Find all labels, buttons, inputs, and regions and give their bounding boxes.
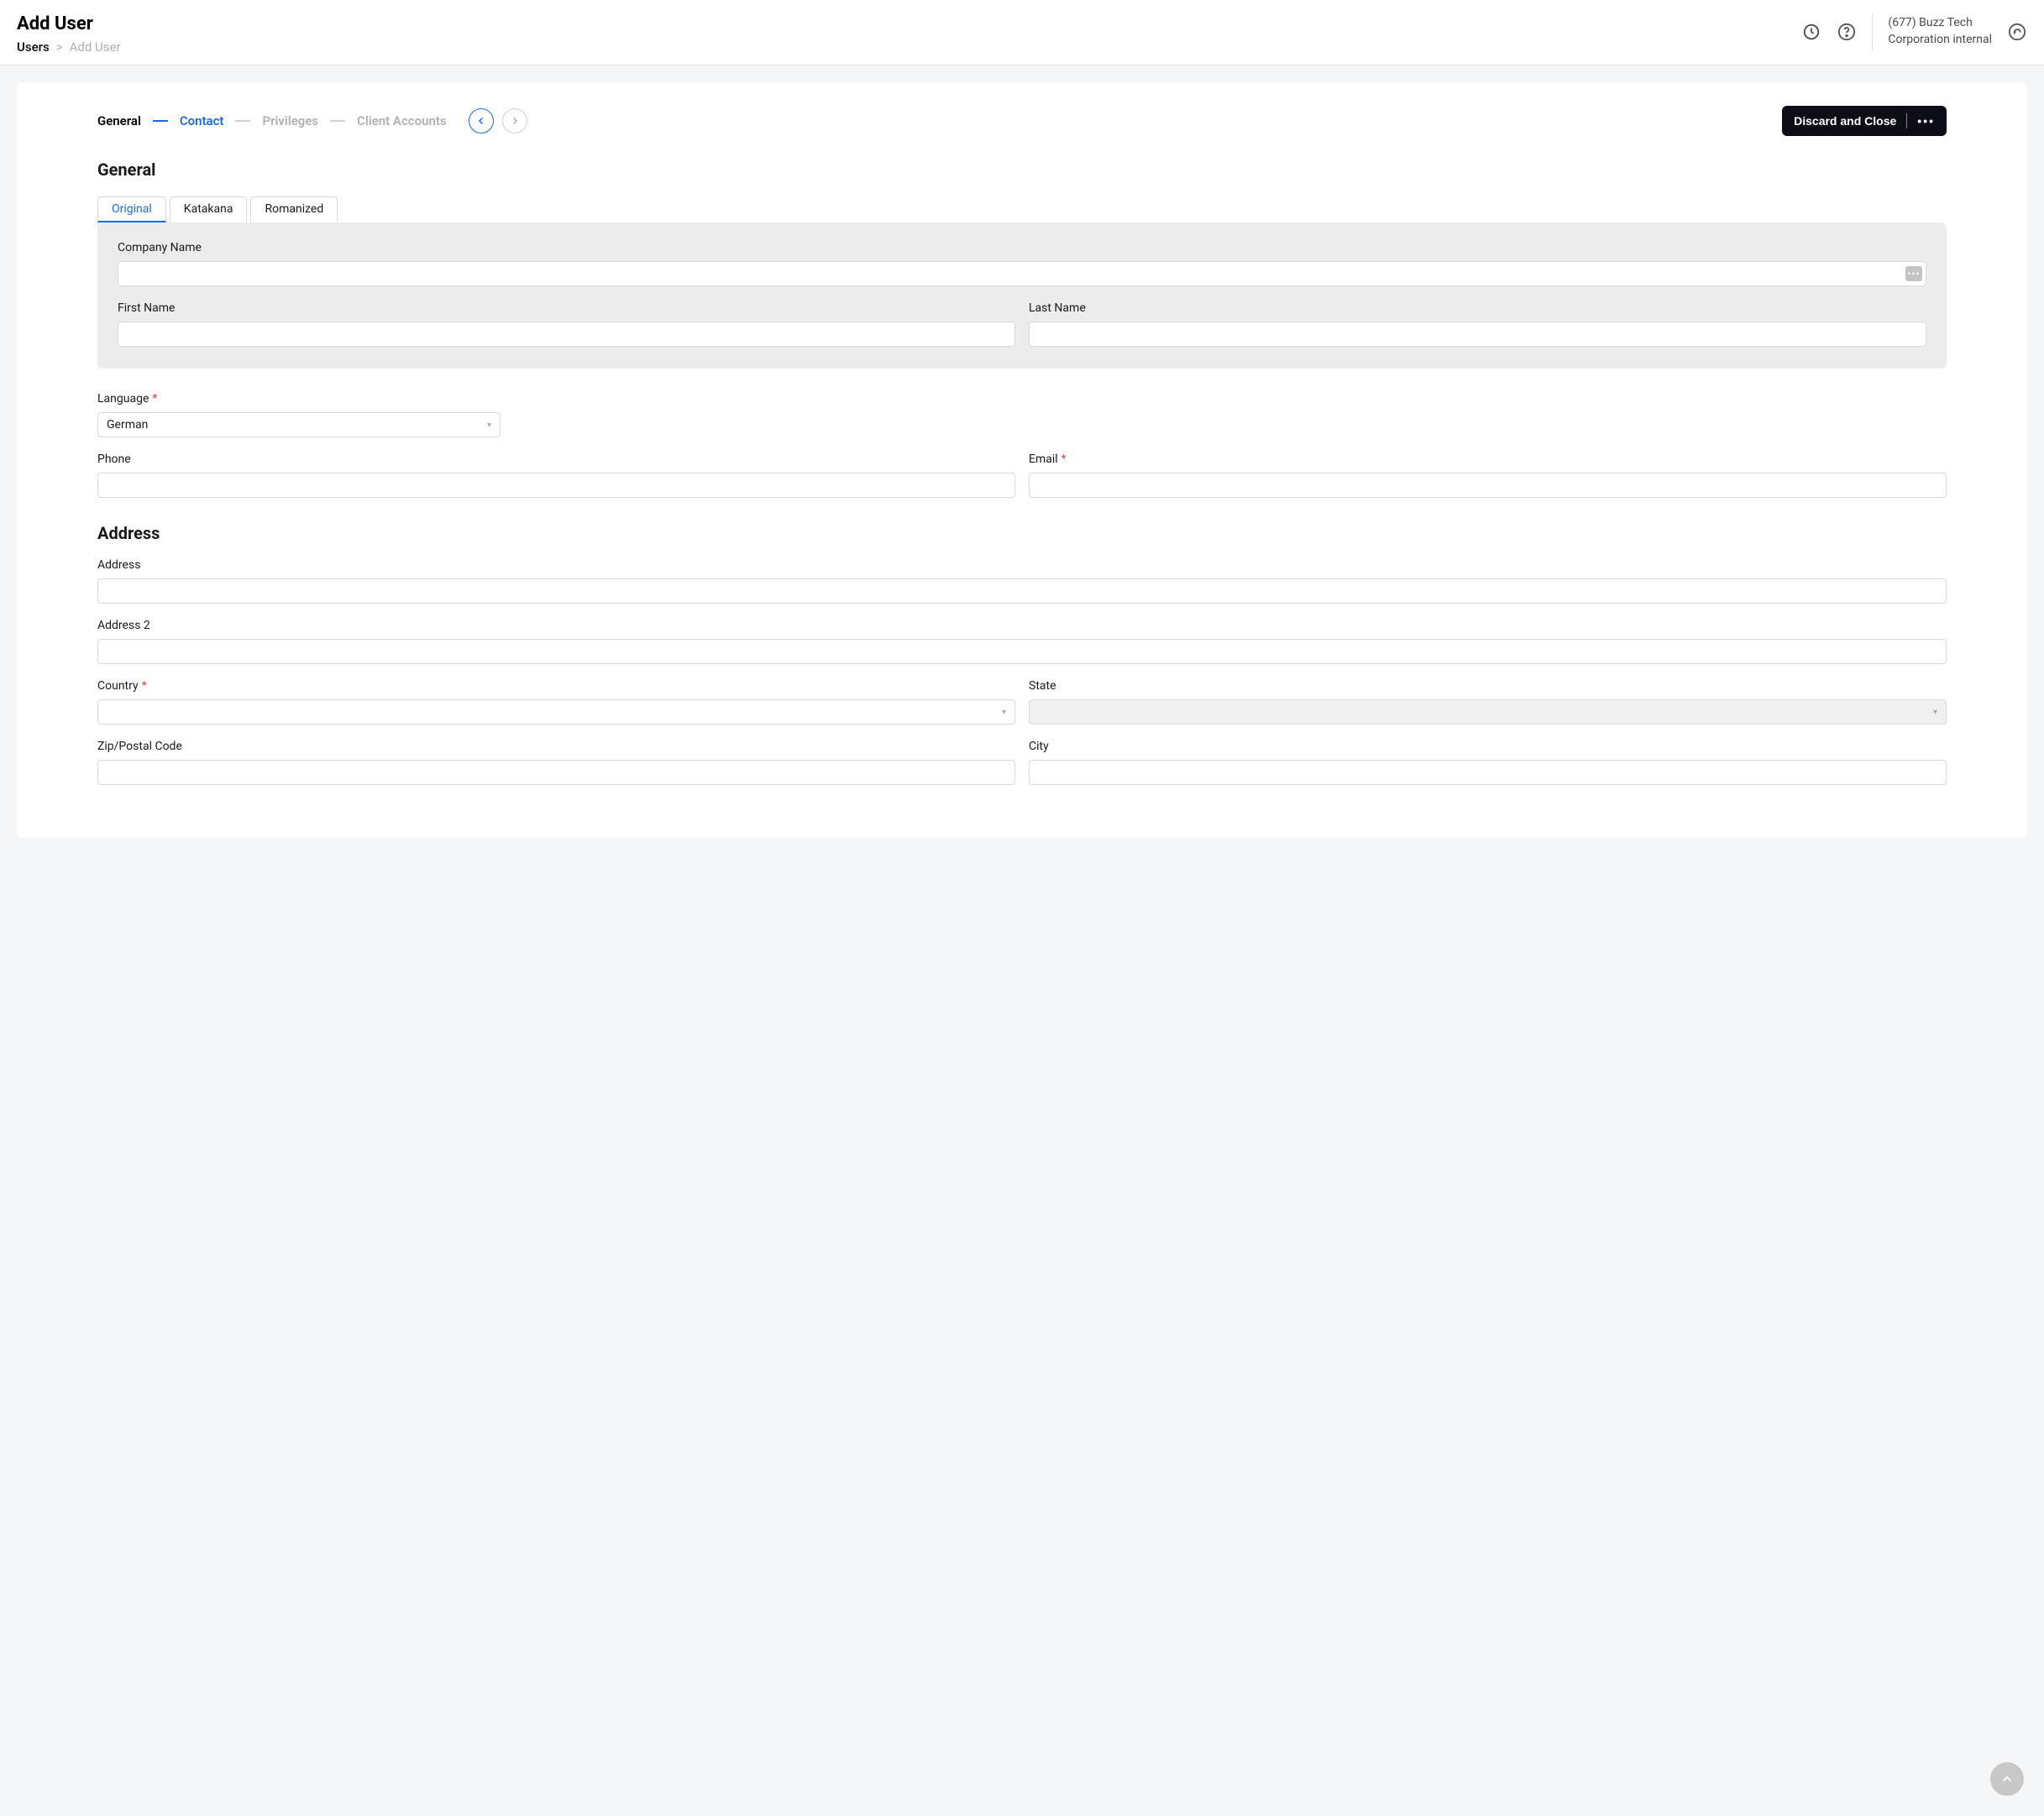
language-value: German	[107, 418, 148, 432]
step-contact[interactable]: Contact	[180, 113, 224, 128]
country-state-row: Country* ▾ State ▾	[97, 679, 1947, 725]
wizard-nav	[469, 108, 527, 133]
label-last-name: Last Name	[1029, 301, 1926, 315]
label-email-text: Email	[1029, 453, 1058, 466]
discard-close-button[interactable]: Discard and Close •••	[1782, 106, 1947, 136]
account-line1: (677) Buzz Tech	[1888, 15, 1992, 32]
name-panel: Company Name ••• First Name Last Name	[97, 222, 1947, 369]
ellipsis-icon[interactable]: •••	[1905, 266, 1922, 281]
field-zip: Zip/Postal Code	[97, 740, 1015, 785]
account-line2: Corporation internal	[1888, 32, 1992, 49]
tab-romanized[interactable]: Romanized	[250, 196, 338, 222]
label-address: Address	[97, 558, 1947, 572]
tab-original[interactable]: Original	[97, 196, 166, 222]
state-select[interactable]: ▾	[1029, 699, 1947, 725]
back-icon[interactable]	[2007, 22, 2027, 42]
account-name[interactable]: (677) Buzz Tech Corporation internal	[1888, 15, 1992, 48]
field-address: Address	[97, 558, 1947, 604]
zip-city-row: Zip/Postal Code City	[97, 740, 1947, 785]
field-address2: Address 2	[97, 619, 1947, 664]
label-country: Country*	[97, 679, 1015, 693]
chevron-down-icon: ▾	[487, 421, 491, 430]
step-sep	[153, 120, 168, 122]
required-mark: *	[1061, 453, 1067, 466]
label-company-name: Company Name	[118, 241, 1926, 254]
breadcrumb-root[interactable]: Users	[17, 39, 50, 55]
step-sep	[235, 120, 250, 122]
field-phone: Phone	[97, 453, 1015, 498]
first-name-input[interactable]	[118, 322, 1015, 347]
field-company-name: Company Name •••	[118, 241, 1926, 286]
section-address-title: Address	[97, 523, 1947, 543]
name-row: First Name Last Name	[118, 301, 1926, 347]
history-icon[interactable]	[1801, 22, 1821, 42]
breadcrumb: Users > Add User	[17, 39, 1801, 55]
breadcrumb-sep: >	[56, 39, 63, 55]
label-first-name: First Name	[118, 301, 1015, 315]
step-privileges[interactable]: Privileges	[262, 113, 318, 128]
label-state: State	[1029, 679, 1947, 693]
button-divider	[1906, 113, 1907, 128]
label-language-text: Language	[97, 392, 149, 406]
required-mark: *	[142, 679, 147, 693]
form-card: General Contact Privileges Client Accoun…	[17, 82, 2027, 838]
step-sep	[330, 120, 345, 122]
more-icon[interactable]: •••	[1917, 114, 1935, 128]
phone-email-row: Phone Email*	[97, 453, 1947, 498]
wizard-next-button[interactable]	[502, 108, 527, 133]
label-city: City	[1029, 740, 1947, 753]
label-language: Language*	[97, 392, 501, 406]
label-address2: Address 2	[97, 619, 1947, 632]
wizard-bar: General Contact Privileges Client Accoun…	[97, 106, 1947, 136]
content-wrap: General Contact Privileges Client Accoun…	[0, 65, 2044, 855]
address-input[interactable]	[97, 578, 1947, 604]
zip-input[interactable]	[97, 760, 1015, 785]
header-right: (677) Buzz Tech Corporation internal	[1801, 13, 2027, 50]
name-format-tabs: Original Katakana Romanized	[97, 196, 1947, 222]
field-state: State ▾	[1029, 679, 1947, 725]
label-zip: Zip/Postal Code	[97, 740, 1015, 753]
language-row: Language* German ▾	[97, 392, 1947, 437]
wizard-prev-button[interactable]	[469, 108, 494, 133]
chevron-down-icon: ▾	[1002, 708, 1006, 717]
label-country-text: Country	[97, 679, 139, 693]
step-client-accounts[interactable]: Client Accounts	[357, 113, 446, 128]
city-input[interactable]	[1029, 760, 1947, 785]
label-phone: Phone	[97, 453, 1015, 466]
field-country: Country* ▾	[97, 679, 1015, 725]
language-select[interactable]: German ▾	[97, 412, 501, 437]
address2-input[interactable]	[97, 639, 1947, 664]
email-input[interactable]	[1029, 473, 1947, 498]
field-email: Email*	[1029, 453, 1947, 498]
label-email: Email*	[1029, 453, 1947, 466]
section-general-title: General	[97, 160, 1947, 180]
tab-katakana[interactable]: Katakana	[170, 196, 248, 222]
page-title: Add User	[17, 13, 1801, 34]
field-last-name: Last Name	[1029, 301, 1926, 347]
header-left: Add User Users > Add User	[17, 13, 1801, 55]
company-name-input[interactable]	[118, 261, 1926, 286]
scroll-top-button[interactable]	[1990, 1762, 2024, 1796]
header-divider	[1872, 13, 1873, 50]
company-input-wrap: •••	[118, 261, 1926, 286]
page-header: Add User Users > Add User (677) Buzz Tec…	[0, 0, 2044, 65]
discard-label: Discard and Close	[1794, 114, 1896, 128]
breadcrumb-current: Add User	[70, 39, 121, 55]
chevron-down-icon: ▾	[1933, 708, 1937, 717]
last-name-input[interactable]	[1029, 322, 1926, 347]
country-select[interactable]: ▾	[97, 699, 1015, 725]
help-icon[interactable]	[1837, 22, 1857, 42]
step-general[interactable]: General	[97, 113, 141, 128]
field-language: Language* German ▾	[97, 392, 501, 437]
field-city: City	[1029, 740, 1947, 785]
field-first-name: First Name	[118, 301, 1015, 347]
phone-input[interactable]	[97, 473, 1015, 498]
wizard-steps: General Contact Privileges Client Accoun…	[97, 108, 527, 133]
required-mark: *	[152, 392, 157, 406]
